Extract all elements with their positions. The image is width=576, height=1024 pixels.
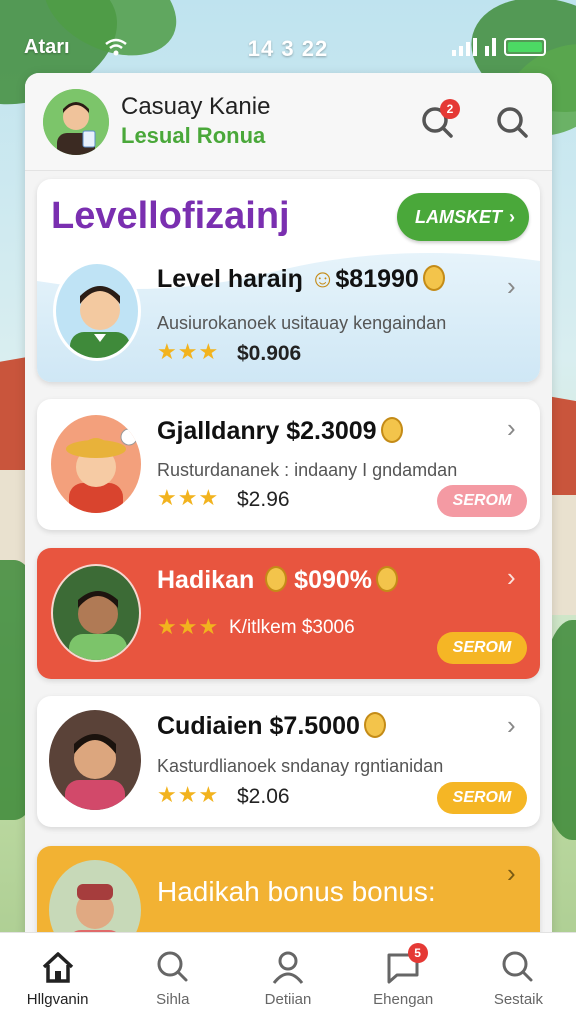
listing-name: Hadikah bonus bonus: [157, 876, 436, 907]
user-icon [272, 951, 304, 984]
listing-price: K/itlkem $3006 [229, 617, 355, 638]
search-icon [497, 107, 528, 138]
listing-card-highlighted[interactable]: Hadikan $090% ★★★ K/itlkem $3006 › SEROM [37, 548, 540, 679]
coin-icon [376, 566, 399, 592]
nav-item-explore[interactable]: Sestaik [461, 933, 576, 1024]
nav-label: Detiian [264, 991, 312, 1008]
coin-icon [422, 265, 445, 291]
rating-stars: ★★★ [157, 614, 220, 639]
avatar [51, 415, 141, 513]
rating-stars: ★★★ [157, 485, 220, 510]
listing-name: Gjalldanry $2.3009 [157, 417, 403, 446]
nav-label: Sestaik [493, 991, 544, 1008]
listing-description: Ausiurokanoek usitauay kengaindan [157, 313, 447, 333]
nav-item-profile[interactable]: Detiian [230, 933, 345, 1024]
listing-price: $0.906 [237, 342, 302, 365]
profile-subtitle: Lesual Ronua [121, 123, 266, 148]
listing-name: Cudiaien $7.5000 [157, 712, 386, 741]
home-icon [42, 952, 73, 983]
notification-button[interactable]: 2 [418, 99, 460, 143]
listing-name: Hadikan $090% [157, 566, 399, 595]
nav-label: Ehengan [373, 991, 434, 1008]
badge-icon: ☺ [309, 265, 336, 293]
signal-icon-secondary [485, 38, 496, 56]
rating-stars: ★★★ [157, 339, 220, 364]
listing-card[interactable]: Gjalldanry $2.3009 Rusturdananek : indaa… [37, 399, 540, 530]
action-button[interactable]: SEROM [437, 485, 527, 517]
listing-price: $2.06 [237, 785, 290, 808]
listing-description: Rusturdananek : indaany I gndamdan [157, 460, 458, 480]
rating-stars: ★★★ [157, 782, 220, 807]
action-button[interactable]: SEROM [437, 782, 527, 814]
status-bar: Atarı 14 3 22 [0, 0, 576, 70]
listing-description: Kasturdlianoek sndanay rgntianidan [157, 756, 444, 776]
promo-button[interactable]: LAMSKET › [397, 193, 529, 241]
coin-icon [380, 417, 403, 443]
nav-item-search[interactable]: Sihla [115, 933, 230, 1024]
app-panel: Casuay Kanie Lesual Ronua 2 Levellofizai… [25, 73, 552, 1024]
signal-icon [452, 38, 477, 56]
search-button[interactable] [493, 103, 533, 143]
listing-card[interactable]: Cudiaien $7.5000 Kasturdlianoek sndanay … [37, 696, 540, 827]
notification-badge: 2 [440, 99, 460, 119]
action-button[interactable]: SEROM [437, 632, 527, 664]
search-icon [502, 951, 533, 982]
chevron-right-icon: › [509, 207, 515, 227]
nav-item-home[interactable]: Hllgvanin [0, 933, 115, 1024]
coin-icon [363, 712, 386, 738]
messages-badge: 5 [407, 943, 428, 963]
app-header: Casuay Kanie Lesual Ronua 2 [25, 73, 552, 171]
promo-heading: Levellofizainj [51, 195, 290, 237]
avatar [49, 710, 141, 810]
chevron-right-icon[interactable]: › [507, 858, 516, 889]
listing-price: $2.96 [237, 488, 290, 511]
avatar[interactable] [43, 89, 109, 155]
search-icon [157, 951, 188, 982]
nav-label: Hllgvanin [26, 991, 89, 1008]
avatar [51, 564, 141, 662]
listing-name: Level haraiŋ ☺$81990 [157, 265, 445, 294]
chevron-right-icon[interactable]: › [507, 413, 516, 444]
avatar [53, 261, 141, 361]
promo-card: Levellofizainj LAMSKET › Level haraiŋ ☺$… [37, 179, 540, 382]
chevron-right-icon[interactable]: › [507, 271, 516, 302]
chevron-right-icon[interactable]: › [507, 710, 516, 741]
battery-icon [504, 38, 546, 56]
nav-label: Sihla [156, 991, 190, 1008]
chevron-right-icon[interactable]: › [507, 562, 516, 593]
profile-name: Casuay Kanie [121, 93, 271, 120]
bottom-nav: Hllgvanin Sihla Detiian 5 Ehengan Sestai… [0, 932, 576, 1024]
nav-item-messages[interactable]: 5 Ehengan [346, 933, 461, 1024]
coin-icon [265, 566, 288, 592]
promo-button-label: LAMSKET [415, 207, 502, 227]
